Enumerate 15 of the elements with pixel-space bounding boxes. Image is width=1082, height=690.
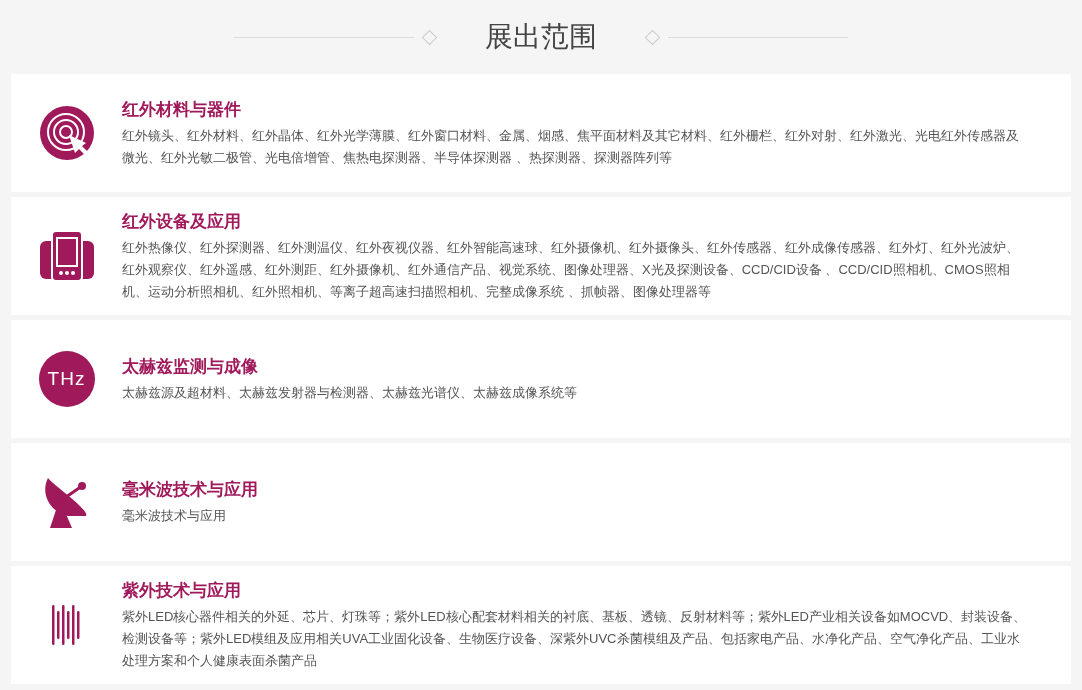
category-title: 毫米波技术与应用 <box>122 478 259 501</box>
category-title: 红外材料与器件 <box>122 98 242 121</box>
tablet-icon <box>39 231 94 281</box>
category-description: 毫米波技术与应用 <box>122 506 227 525</box>
category-description: 红外热像仪、红外探测器、红外测温仪、红外夜视仪器、红外智能高速球、红外摄像机、红外摄像头、红外传感器、红外成像传感器、红外灯、红外光波炉、红外观察仪、红外遥感、红外测距、红外摄像机、红外通信产品、视觉系统、图像处理器、X光及探测设备、CCD/CID设备 、CCD/CID照相机、CMOS照相机、运动分析照相机、红外照相机、等离子超高速扫描照相机、完整成像系统 、抓帧器、图像处理器等 <box>122 238 1020 301</box>
category-title: 红外设备及应用 <box>122 210 242 233</box>
bars-icon <box>51 605 82 645</box>
section-heading: 展出范围 <box>485 20 597 54</box>
category-description: 红外镜头、红外材料、红外晶体、红外光学薄膜、红外窗口材料、金属、烟感、焦平面材料及其它材料、红外栅栏、红外对射、红外激光、光电红外传感器及微光、红外光敏二极管、光电倍增管、焦热电探测器、半导体探测器 、热探测器、探测器阵列等 <box>122 126 1020 167</box>
touch-target-icon <box>38 105 95 161</box>
category-title: 紫外技术与应用 <box>122 579 242 602</box>
category-description: 太赫兹源及超材料、太赫兹发射器与检测器、太赫兹光谱仪、太赫兹成像系统等 <box>122 383 578 402</box>
category-description: 紫外LED核心器件相关的外延、芯片、灯珠等；紫外LED核心配套材料相关的衬底、基板、透镜、反射材料等；紫外LED产业相关设备如MOCVD、封装设备、检测设备等；紫外LED模组及应用相关UVA工业固化设备、生物医疗设备、深紫外UVC杀菌模组及产品、包括家电产品、水净化产品、空气净化产品、工业水处理方案和个人健康表面杀菌产品 <box>122 607 1028 670</box>
category-title: 太赫兹监测与成像 <box>122 355 259 378</box>
thz-logo-icon: THz <box>38 351 95 407</box>
